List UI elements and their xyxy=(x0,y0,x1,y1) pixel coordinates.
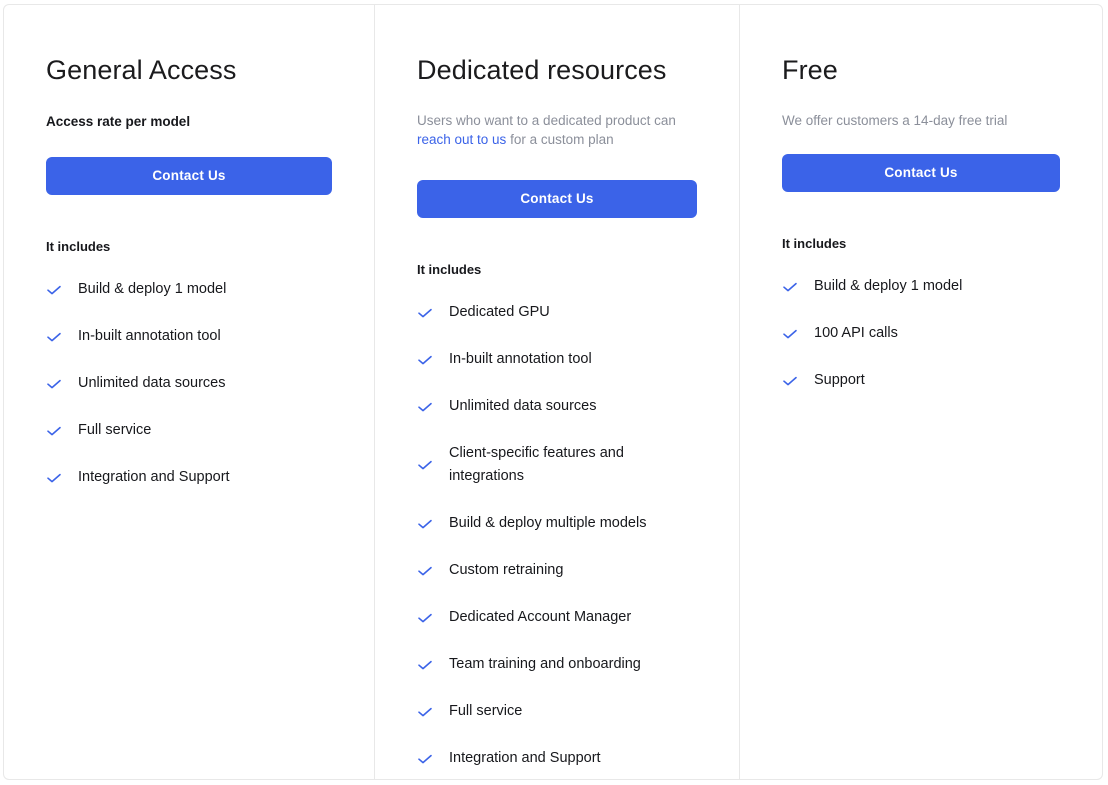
feature-label: Support xyxy=(814,372,865,388)
list-item: Full service xyxy=(46,419,332,442)
check-icon xyxy=(417,457,433,473)
plan-title: Dedicated resources xyxy=(417,55,667,85)
feature-label: In-built annotation tool xyxy=(78,328,221,344)
reach-out-to-us-link[interactable]: reach out to us xyxy=(417,132,506,147)
list-item: Integration and Support xyxy=(417,747,697,770)
check-icon xyxy=(46,423,62,439)
list-item: Full service xyxy=(417,700,697,723)
list-item: Integration and Support xyxy=(46,466,332,489)
feature-label: Unlimited data sources xyxy=(78,375,226,391)
list-item: Team training and onboarding xyxy=(417,653,697,676)
list-item: In-built annotation tool xyxy=(417,348,697,371)
check-icon xyxy=(46,376,62,392)
feature-label: Build & deploy 1 model xyxy=(814,278,963,294)
check-icon xyxy=(782,373,798,389)
list-item: Dedicated Account Manager xyxy=(417,606,697,629)
feature-list: Build & deploy 1 model 100 API calls Sup… xyxy=(782,275,1060,392)
check-icon xyxy=(417,399,433,415)
list-item: Dedicated GPU xyxy=(417,301,697,324)
feature-label: Build & deploy 1 model xyxy=(78,281,227,297)
feature-list: Dedicated GPU In-built annotation tool U… xyxy=(417,301,697,770)
feature-label: Integration and Support xyxy=(449,750,601,766)
list-item: Client-specific features and integration… xyxy=(417,442,697,488)
check-icon xyxy=(417,352,433,368)
contact-us-button[interactable]: Contact Us xyxy=(46,157,332,195)
plan-subtitle: Users who want to a dedicated product ca… xyxy=(417,111,677,149)
plan-title: Free xyxy=(782,55,838,85)
list-item: Custom retraining xyxy=(417,559,697,582)
feature-label: 100 API calls xyxy=(814,325,898,341)
check-icon xyxy=(417,563,433,579)
feature-label: Build & deploy multiple models xyxy=(449,515,647,531)
plan-column-general-access: General Access Access rate per model Con… xyxy=(4,5,374,779)
plan-subtitle: We offer customers a 14-day free trial xyxy=(782,113,1008,128)
feature-label: Custom retraining xyxy=(449,562,564,578)
check-icon xyxy=(417,751,433,767)
list-item: In-built annotation tool xyxy=(46,325,332,348)
plan-column-dedicated-resources: Dedicated resources Users who want to a … xyxy=(374,5,740,779)
list-item: Support xyxy=(782,369,1060,392)
list-item: Build & deploy 1 model xyxy=(46,278,332,301)
feature-label: Full service xyxy=(449,703,523,719)
plan-subtitle: Access rate per model xyxy=(46,114,191,129)
check-icon xyxy=(417,305,433,321)
check-icon xyxy=(46,282,62,298)
list-item: Unlimited data sources xyxy=(46,372,332,395)
plan-title: General Access xyxy=(46,55,237,85)
list-item: 100 API calls xyxy=(782,322,1060,345)
feature-label: Client-specific features and integration… xyxy=(449,445,624,484)
includes-heading: It includes xyxy=(417,262,482,277)
check-icon xyxy=(417,704,433,720)
feature-label: Team training and onboarding xyxy=(449,656,641,672)
feature-label: Full service xyxy=(78,422,152,438)
check-icon xyxy=(417,516,433,532)
contact-us-button[interactable]: Contact Us xyxy=(417,180,697,218)
feature-label: In-built annotation tool xyxy=(449,351,592,367)
list-item: Build & deploy multiple models xyxy=(417,512,697,535)
list-item: Unlimited data sources xyxy=(417,395,697,418)
feature-label: Integration and Support xyxy=(78,469,230,485)
contact-us-button[interactable]: Contact Us xyxy=(782,154,1060,192)
check-icon xyxy=(417,657,433,673)
feature-label: Unlimited data sources xyxy=(449,398,597,414)
feature-list: Build & deploy 1 model In-built annotati… xyxy=(46,278,332,489)
includes-heading: It includes xyxy=(46,239,111,254)
check-icon xyxy=(782,326,798,342)
check-icon xyxy=(782,279,798,295)
plan-column-free: Free We offer customers a 14-day free tr… xyxy=(740,5,1102,779)
check-icon xyxy=(417,610,433,626)
list-item: Build & deploy 1 model xyxy=(782,275,1060,298)
check-icon xyxy=(46,470,62,486)
pricing-plans-card: General Access Access rate per model Con… xyxy=(3,4,1103,780)
plan-subtitle-before: Users who want to a dedicated product ca… xyxy=(417,113,676,128)
feature-label: Dedicated GPU xyxy=(449,304,550,320)
plan-subtitle-after: for a custom plan xyxy=(506,132,614,147)
includes-heading: It includes xyxy=(782,236,847,251)
feature-label: Dedicated Account Manager xyxy=(449,609,632,625)
check-icon xyxy=(46,329,62,345)
